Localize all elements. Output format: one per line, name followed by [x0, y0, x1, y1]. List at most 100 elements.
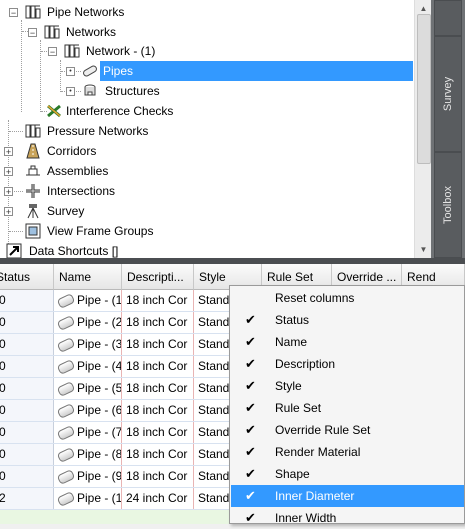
tree-item-label: Assemblies — [47, 164, 109, 178]
assembly-icon — [25, 163, 41, 179]
cell-description[interactable]: 18 inch Cor — [122, 378, 194, 399]
menu-item-override-rule-set[interactable]: ✔ Override Rule Set — [231, 419, 464, 441]
interference-check-icon — [46, 103, 62, 119]
cell-description[interactable]: 24 inch Cor — [122, 488, 194, 509]
pipe-icon — [56, 292, 76, 309]
cell-name[interactable]: Pipe - (5 — [54, 378, 122, 399]
expand-toggle[interactable]: + — [4, 167, 13, 177]
menu-item-render-material[interactable]: ✔ Render Material — [231, 441, 464, 463]
expand-toggle[interactable]: • — [66, 67, 75, 76]
tree-item-survey[interactable]: + Survey — [0, 201, 414, 221]
tree-item-view-frame-groups[interactable]: View Frame Groups — [0, 221, 414, 241]
pipe-network-icon — [64, 43, 80, 59]
cell-description[interactable]: 18 inch Cor — [122, 356, 194, 377]
menu-item-reset-columns[interactable]: Reset columns — [231, 287, 464, 309]
cell-description[interactable]: 18 inch Cor — [122, 422, 194, 443]
cell-status[interactable]: 0 — [0, 378, 54, 399]
cell-name[interactable]: Pipe - (4 — [54, 356, 122, 377]
menu-item-label: Description — [275, 357, 336, 371]
cell-name[interactable]: Pipe - (1 — [54, 488, 122, 509]
cell-name-text: Pipe - (9 — [77, 469, 122, 483]
menu-item-name[interactable]: ✔ Name — [231, 331, 464, 353]
cell-name[interactable]: Pipe - (8 — [54, 444, 122, 465]
cell-status[interactable]: 0 — [0, 290, 54, 311]
tree-item-label: View Frame Groups — [47, 224, 154, 238]
cell-status[interactable]: 0 — [0, 422, 54, 443]
cell-description[interactable]: 18 inch Cor — [122, 334, 194, 355]
pipe-icon — [56, 446, 76, 463]
cell-name[interactable]: Pipe - (9 — [54, 466, 122, 487]
cell-status[interactable]: 0 — [0, 312, 54, 333]
checkmark-icon: ✔ — [245, 356, 256, 371]
tab-toolbox[interactable]: Toolbox — [434, 152, 462, 258]
checkmark-icon: ✔ — [245, 422, 256, 437]
checkmark-icon: ✔ — [245, 510, 256, 525]
menu-item-rule-set[interactable]: ✔ Rule Set — [231, 397, 464, 419]
cell-name[interactable]: Pipe - (6 — [54, 400, 122, 421]
cell-name-text: Pipe - (1 — [77, 293, 122, 307]
tree-item-data-shortcuts[interactable]: Data Shortcuts [] — [0, 241, 414, 258]
cell-status[interactable]: 0 — [0, 356, 54, 377]
collapse-toggle[interactable]: − — [9, 8, 18, 18]
pipe-network-icon — [44, 24, 60, 40]
tree-item-label: Data Shortcuts [] — [29, 244, 119, 258]
tree-item-network-1[interactable]: − Network - (1) — [0, 41, 414, 61]
view-frame-group-icon — [25, 223, 41, 239]
menu-item-inner-width[interactable]: ✔ Inner Width — [231, 507, 464, 529]
tree-item-intersections[interactable]: + Intersections — [0, 181, 414, 201]
tree-item-label: Intersections — [47, 184, 116, 198]
tab-prospector[interactable] — [434, 0, 462, 36]
menu-item-shape[interactable]: ✔ Shape — [231, 463, 464, 485]
tab-survey[interactable]: Survey — [434, 36, 462, 152]
cell-status[interactable]: 0 — [0, 444, 54, 465]
tree-scrollbar[interactable]: ▲ ▼ — [414, 0, 432, 258]
checkmark-icon: ✔ — [245, 466, 256, 481]
expand-toggle[interactable]: + — [4, 207, 13, 217]
tree-item-assemblies[interactable]: + Assemblies — [0, 161, 414, 181]
column-header-name[interactable]: Name — [54, 264, 122, 290]
column-header-status[interactable]: Status — [0, 264, 54, 290]
cell-status[interactable]: 2 — [0, 488, 54, 509]
expand-toggle[interactable]: + — [4, 147, 13, 157]
cell-name-text: Pipe - (8 — [77, 447, 122, 461]
expand-toggle[interactable]: + — [4, 187, 13, 197]
tree-item-label: Corridors — [47, 144, 97, 158]
tree-item-label: Pressure Networks — [47, 124, 149, 138]
tree-item-corridors[interactable]: + Corridors — [0, 141, 414, 161]
menu-item-inner-diameter[interactable]: ✔ Inner Diameter — [231, 485, 464, 507]
cell-description[interactable]: 18 inch Cor — [122, 444, 194, 465]
column-header-description[interactable]: Descripti... — [122, 264, 194, 290]
cell-status[interactable]: 0 — [0, 334, 54, 355]
tree-item-interference-checks[interactable]: Interference Checks — [0, 101, 414, 121]
cell-status[interactable]: 0 — [0, 466, 54, 487]
cell-description[interactable]: 18 inch Cor — [122, 466, 194, 487]
menu-item-label: Inner Diameter — [275, 489, 355, 503]
scrollbar-thumb[interactable] — [417, 14, 431, 164]
cell-description[interactable]: 18 inch Cor — [122, 290, 194, 311]
tree-item-pressure-networks[interactable]: Pressure Networks — [0, 121, 414, 141]
cell-description[interactable]: 18 inch Cor — [122, 312, 194, 333]
cell-status[interactable]: 0 — [0, 400, 54, 421]
tree-item-networks[interactable]: − Networks — [0, 22, 414, 42]
cell-name[interactable]: Pipe - (7 — [54, 422, 122, 443]
collapse-toggle[interactable]: − — [28, 28, 37, 38]
tree-item-label: Structures — [105, 84, 160, 98]
data-shortcut-icon — [6, 243, 22, 258]
collapse-toggle[interactable]: − — [48, 47, 57, 57]
cell-description[interactable]: 18 inch Cor — [122, 400, 194, 421]
menu-item-description[interactable]: ✔ Description — [231, 353, 464, 375]
pipe-icon — [56, 424, 76, 441]
tree-item-pipes[interactable]: • Pipes — [0, 61, 414, 81]
tree-item-pipe-networks[interactable]: − Pipe Networks — [0, 2, 414, 22]
cell-name[interactable]: Pipe - (2 — [54, 312, 122, 333]
structure-icon — [82, 83, 98, 99]
prospector-tree: − Pipe Networks − Networks − Network - (… — [0, 0, 414, 258]
scroll-down-arrow-icon[interactable]: ▼ — [415, 241, 432, 258]
tree-item-structures[interactable]: • Structures — [0, 81, 414, 101]
expand-toggle[interactable]: • — [66, 87, 75, 96]
menu-item-status[interactable]: ✔ Status — [231, 309, 464, 331]
column-context-menu: Reset columns ✔ Status ✔ Name ✔ Description ✔ St… — [229, 285, 465, 525]
menu-item-style[interactable]: ✔ Style — [231, 375, 464, 397]
cell-name[interactable]: Pipe - (1 — [54, 290, 122, 311]
cell-name[interactable]: Pipe - (3 — [54, 334, 122, 355]
